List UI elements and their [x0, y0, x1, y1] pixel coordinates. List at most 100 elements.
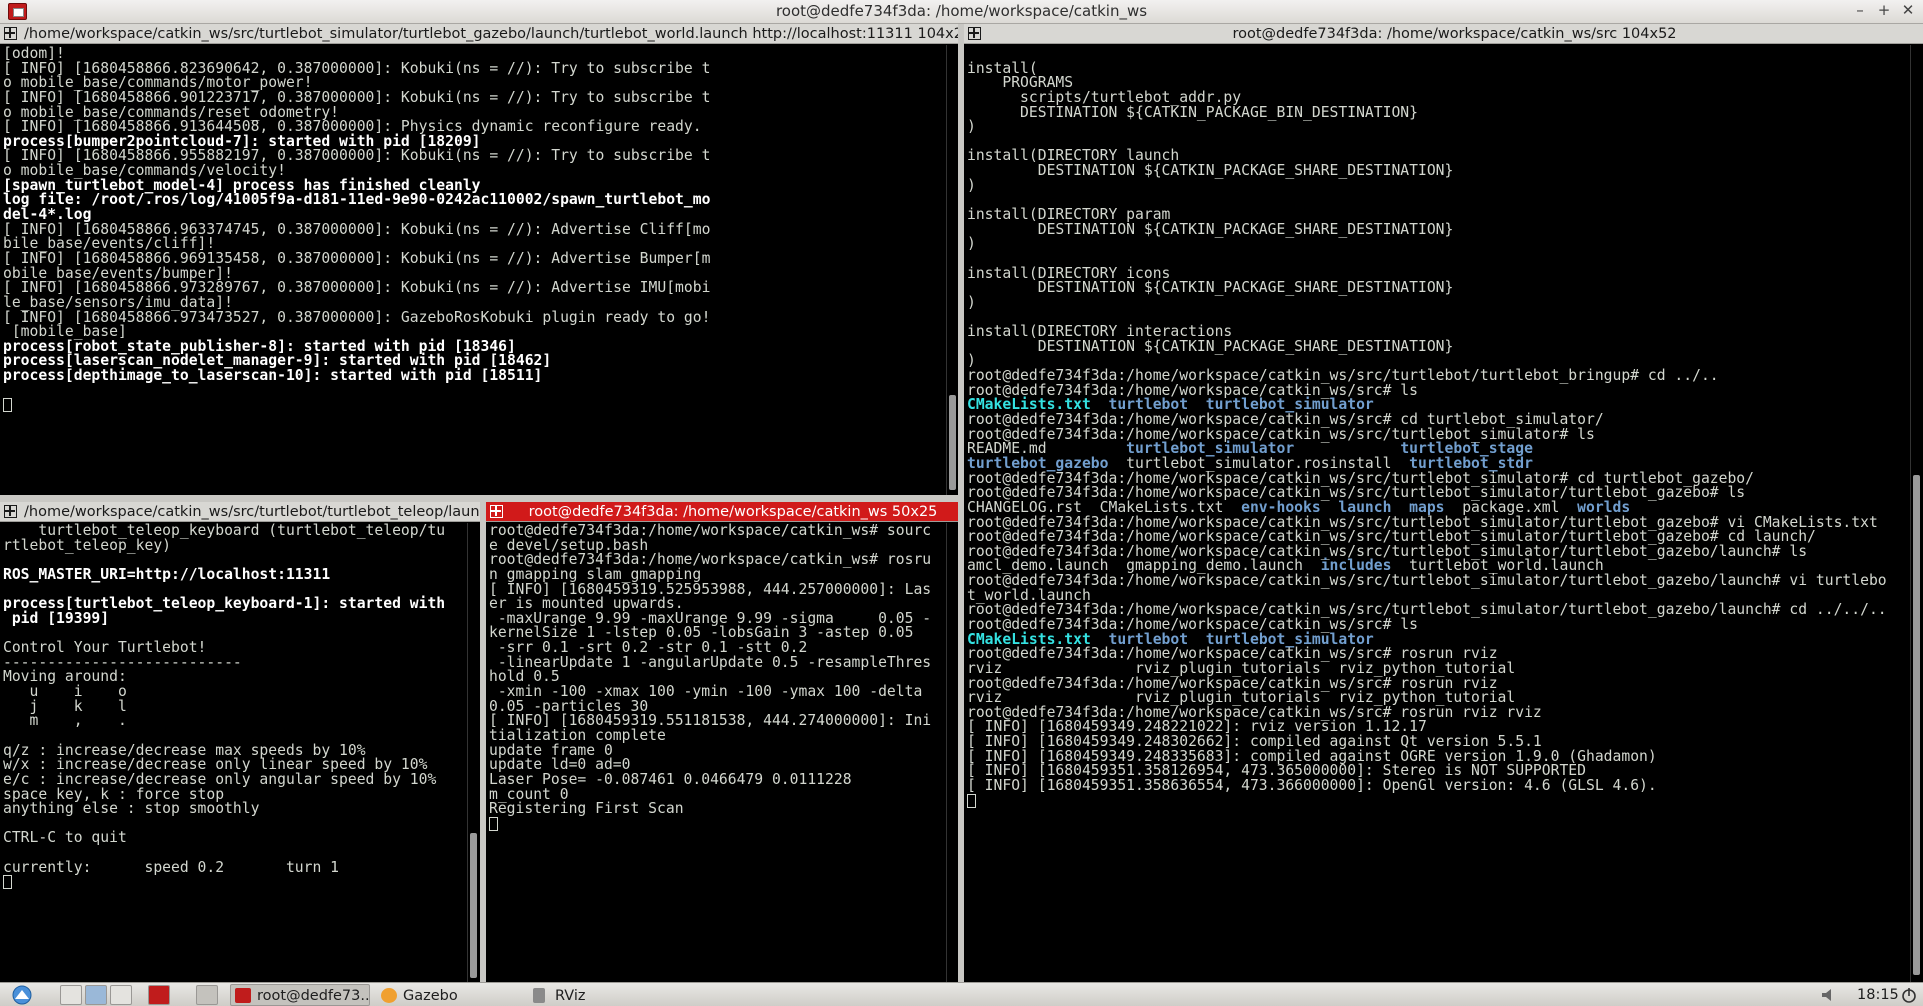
task-label: RViz [555, 988, 586, 1004]
terminal-line: Registering First Scan [489, 800, 946, 818]
show-desktop-button[interactable] [60, 985, 82, 1005]
terminal-line-text: ROS_MASTER_URI=http://localhost:11311 [3, 565, 331, 583]
terminal-line-text: [ INFO] [1680459351.358636554, 473.36600… [967, 777, 1657, 795]
task-label: root@dedfe73... [257, 988, 370, 1004]
task-gazebo[interactable]: Gazebo [376, 984, 526, 1006]
task-label: Gazebo [403, 988, 458, 1004]
power-button[interactable] [1900, 985, 1920, 1005]
terminal-line-text: ) [967, 235, 976, 253]
terminal-line: currently: speed 0.2 turn 1 [3, 858, 466, 876]
terminal-line: DESTINATION ${CATKIN_PACKAGE_SHARE_DESTI… [967, 279, 1909, 297]
terminal-line-text: ) [967, 118, 976, 136]
task-rviz[interactable]: RViz [528, 984, 678, 1006]
gazebo-icon [381, 988, 397, 1003]
pane-titlebar-teleop[interactable]: /home/workspace/catkin_ws/src/turtlebot/… [0, 502, 482, 522]
split-grid-icon[interactable] [4, 27, 17, 40]
terminal-line: CTRL-C to quit [3, 831, 466, 846]
minimize-button[interactable]: – [1849, 1, 1871, 19]
pane-title: root@dedfe734f3da: /home/workspace/catki… [528, 504, 938, 520]
terminal-line [3, 875, 466, 890]
text-cursor [3, 398, 12, 413]
terminal-line: ROS_MASTER_URI=http://localhost:11311 [3, 565, 466, 583]
terminal-line-text: currently: speed 0.2 turn 1 [3, 858, 340, 876]
terminal-line: ) [967, 293, 1909, 311]
rviz-icon [533, 988, 545, 1003]
terminal-line: anything else : stop smoothly [3, 800, 466, 818]
clock[interactable]: 18:15 [1857, 985, 1899, 1005]
terminal-line-text: ) [967, 293, 976, 311]
terminal-line: ) [967, 118, 1909, 136]
pane-title: /home/workspace/catkin_ws/src/turtlebot/… [24, 504, 480, 520]
split-grid-icon[interactable] [490, 505, 503, 518]
terminal-line: pid [19399] [3, 609, 466, 627]
terminal-gmapping[interactable]: root@dedfe734f3da:/home/workspace/catkin… [486, 523, 946, 982]
terminal-line-text: DESTINATION ${CATKIN_PACKAGE_SHARE_DESTI… [967, 279, 1454, 297]
terminal-line-text: DESTINATION ${CATKIN_PACKAGE_BIN_DESTINA… [967, 103, 1418, 121]
start-menu-button[interactable] [4, 985, 44, 1005]
terminal-line-text: DESTINATION ${CATKIN_PACKAGE_SHARE_DESTI… [967, 220, 1454, 238]
split-grid-icon[interactable] [968, 27, 981, 40]
terminal-line-text: root@dedfe734f3da:/home/workspace/catkin… [967, 572, 1887, 590]
power-icon [1902, 988, 1916, 1003]
terminal-line-text: log file: /root/.ros/log/41005f9a-d181-1… [3, 191, 711, 209]
terminal-line-text: pid [19399] [3, 609, 110, 627]
terminal-line-text: Registering First Scan [489, 800, 684, 818]
split-grid-icon[interactable] [4, 505, 17, 518]
text-cursor [489, 816, 498, 831]
terminal-line-text: DESTINATION ${CATKIN_PACKAGE_SHARE_DESTI… [967, 337, 1454, 355]
scrollbar-roslaunch[interactable] [946, 45, 958, 495]
terminal-line-text: anything else : stop smoothly [3, 800, 260, 818]
terminal-line: ) [967, 176, 1909, 194]
terminal-line: rtlebot_teleop_key) [3, 536, 466, 554]
terminal-line: DESTINATION ${CATKIN_PACKAGE_SHARE_DESTI… [967, 162, 1909, 180]
terminal-launcher-button[interactable] [148, 985, 170, 1005]
pane-splitter-horizontal[interactable] [0, 495, 958, 502]
pane-titlebar-gmapping[interactable]: root@dedfe734f3da: /home/workspace/catki… [486, 502, 958, 522]
speaker-icon [1822, 989, 1831, 1001]
pane-title: root@dedfe734f3da: /home/workspace/catki… [1232, 26, 1677, 42]
terminal-line: ) [967, 235, 1909, 253]
terminal-roslaunch[interactable]: [odom]![ INFO] [1680458866.823690642, 0.… [0, 45, 944, 495]
text-cursor [967, 793, 976, 808]
terminal-line: log file: /root/.ros/log/41005f9a-d181-1… [3, 193, 944, 208]
taskbar: root@dedfe73... Gazebo RViz 18:15 [0, 982, 1923, 1006]
terminal-line-text: DESTINATION ${CATKIN_PACKAGE_SHARE_DESTI… [967, 162, 1454, 180]
terminal-line-text: rtlebot_teleop_key) [3, 536, 172, 554]
window-title: root@dedfe734f3da: /home/workspace/catki… [775, 2, 1148, 20]
terminal-line: root@dedfe734f3da:/home/workspace/catkin… [967, 572, 1909, 590]
pane-title: /home/workspace/catkin_ws/src/turtlebot_… [24, 26, 958, 42]
terminal-line: m , . [3, 712, 466, 730]
file-manager-button[interactable] [85, 985, 107, 1005]
text-cursor [3, 875, 12, 890]
terminal-line: process[depthimage_to_laserscan-10]: sta… [3, 368, 944, 384]
window-titlebar: root@dedfe734f3da: /home/workspace/catki… [0, 0, 1923, 24]
terminal-line-text: m , . [3, 712, 127, 730]
terminal-line: DESTINATION ${CATKIN_PACKAGE_SHARE_DESTI… [967, 220, 1909, 238]
pane-titlebar-src[interactable]: root@dedfe734f3da: /home/workspace/catki… [964, 24, 1923, 44]
terminal-line [489, 816, 946, 832]
workspace-switcher[interactable] [196, 985, 218, 1005]
scrollbar-src[interactable] [1910, 45, 1922, 982]
pane-titlebar-roslaunch[interactable]: /home/workspace/catkin_ws/src/turtlebot_… [0, 24, 958, 44]
terminal-teleop[interactable]: turtlebot_teleop_keyboard (turtlebot_tel… [0, 523, 466, 982]
terminal-line: DESTINATION ${CATKIN_PACKAGE_BIN_DESTINA… [967, 103, 1909, 121]
terminal-line [3, 398, 944, 413]
start-menu-icon [12, 985, 32, 1005]
task-terminal[interactable]: root@dedfe73... [230, 984, 370, 1006]
workspace-button[interactable] [110, 985, 132, 1005]
terminal-line: install( [967, 61, 1909, 77]
terminal-line: [ INFO] [1680458866.973473527, 0.3870000… [3, 310, 944, 326]
scrollbar-teleop[interactable] [467, 523, 479, 982]
terminal-line-text: CTRL-C to quit [3, 829, 127, 847]
terminal-line-text: ) [967, 176, 976, 194]
terminal-line: DESTINATION ${CATKIN_PACKAGE_SHARE_DESTI… [967, 337, 1909, 355]
terminal-line: [ INFO] [1680459351.358636554, 473.36600… [967, 777, 1909, 795]
terminal-src[interactable]: install( PROGRAMS scripts/turtlebot_addr… [964, 45, 1909, 982]
volume-button[interactable] [1820, 985, 1840, 1005]
close-button[interactable]: ✕ [1897, 1, 1919, 19]
maximize-button[interactable]: + [1873, 1, 1895, 19]
scrollbar-gmapping[interactable] [946, 523, 958, 982]
terminal-icon [235, 988, 251, 1003]
